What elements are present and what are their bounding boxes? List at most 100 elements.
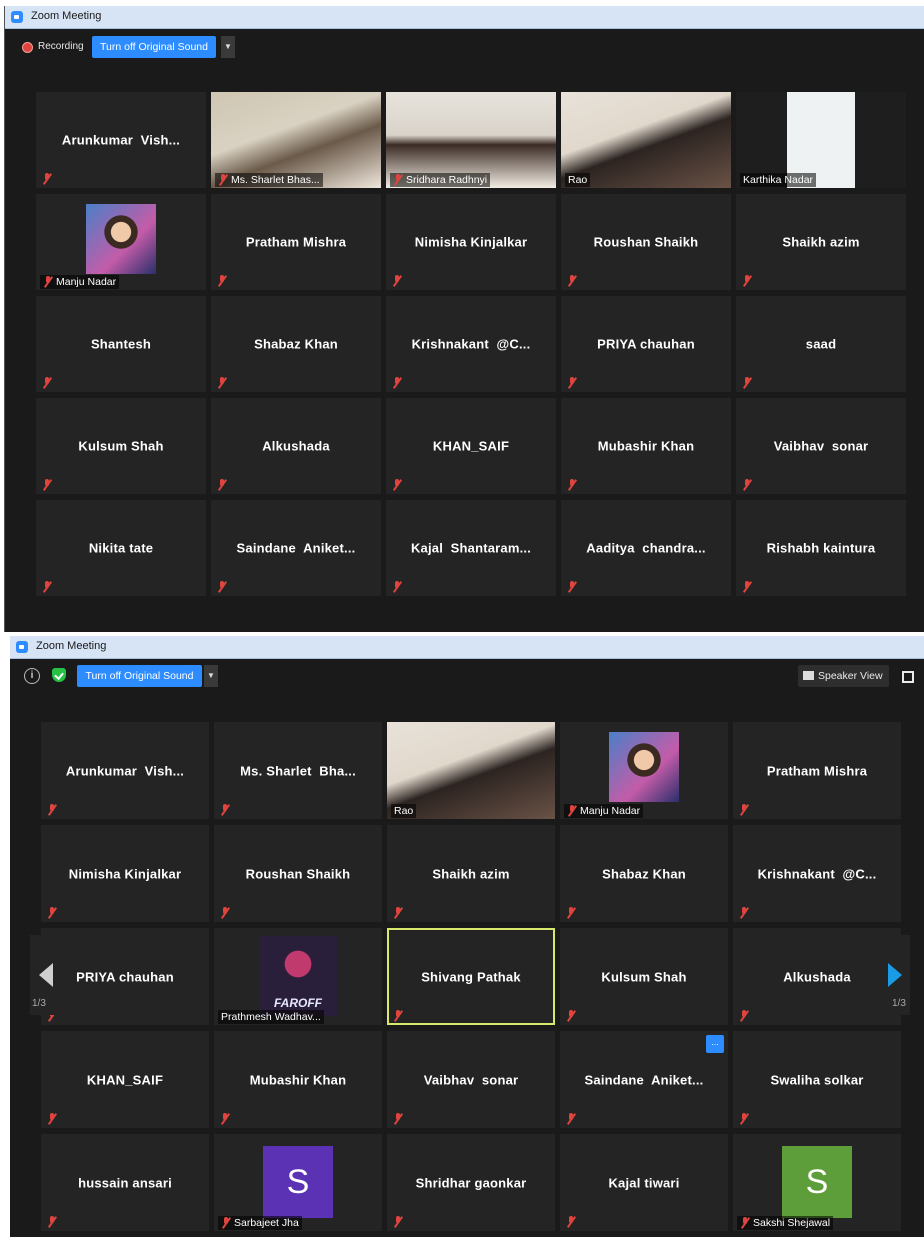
participant-tile-rao[interactable]: Rao — [561, 92, 731, 188]
muted-mic-icon — [392, 377, 402, 388]
participant-name: Swaliha solkar — [770, 1072, 864, 1087]
participant-name-label: Sarbajeet Jha — [218, 1216, 302, 1230]
participant-tile-priya-chauhan[interactable]: PRIYA chauhan — [561, 296, 731, 392]
muted-mic-icon — [42, 479, 52, 490]
zoom-icon — [16, 641, 28, 653]
participant-grid: Arunkumar Vish... Ms. Sharlet Bhas... Srid… — [36, 92, 906, 596]
info-icon[interactable]: i — [24, 668, 40, 684]
participant-tile-mubashir-khan[interactable]: Mubashir Khan — [214, 1031, 382, 1128]
participant-tile-pratham-mishra[interactable]: Pratham Mishra — [733, 722, 901, 819]
zoom-window-top: Zoom Meeting Recording Turn off Original… — [4, 6, 924, 632]
more-options-button[interactable]: ... — [706, 1035, 724, 1053]
participant-name-label: Prathmesh Wadhav... — [218, 1010, 324, 1024]
participant-tile-shivang-pathak[interactable]: Shivang Pathak — [387, 928, 555, 1025]
muted-mic-icon — [566, 1010, 576, 1021]
participant-name: PRIYA chauhan — [597, 336, 695, 352]
participant-tile-alkushada[interactable]: Alkushada — [211, 398, 381, 494]
participant-tile-rao[interactable]: Rao — [387, 722, 555, 819]
arrow-right-icon — [888, 963, 902, 987]
turn-off-original-sound-button[interactable]: Turn off Original Sound — [77, 665, 202, 687]
participant-tile-nimisha-kinjalkar[interactable]: Nimisha Kinjalkar — [41, 825, 209, 922]
turn-off-original-sound-button[interactable]: Turn off Original Sound — [92, 36, 216, 58]
participant-name: Nimisha Kinjalkar — [414, 234, 528, 250]
participant-tile-saindane-aniket[interactable]: Saindane Aniket... — [211, 500, 381, 596]
participant-grid: Arunkumar Vish... Ms. Sharlet Bha... Rao Ma… — [41, 722, 901, 1231]
participant-tile-karthika-nadar[interactable]: Karthika Nadar — [736, 92, 906, 188]
participant-tile-roushan-shaikh[interactable]: Roushan Shaikh — [561, 194, 731, 290]
participant-tile-saad[interactable]: saad — [736, 296, 906, 392]
participant-tile-nimisha-kinjalkar[interactable]: Nimisha Kinjalkar — [386, 194, 556, 290]
participant-name: KHAN_SAIF — [86, 1072, 164, 1087]
participant-name: Kulsum Shah — [78, 438, 164, 454]
window-title: Zoom Meeting — [36, 640, 107, 652]
title-bar: Zoom Meeting — [5, 6, 924, 29]
shield-icon[interactable] — [52, 668, 66, 682]
participant-tile-hussain-ansari[interactable]: hussain ansari — [41, 1134, 209, 1231]
muted-mic-icon — [42, 173, 52, 184]
muted-mic-icon — [47, 1216, 57, 1227]
participant-tile-shridhar-gaonkar[interactable]: Shridhar gaonkar — [387, 1134, 555, 1231]
participant-tile-krishnakant-c[interactable]: Krishnakant @C... — [386, 296, 556, 392]
participant-name: Kulsum Shah — [601, 969, 687, 984]
speaker-view-button[interactable]: Speaker View — [798, 665, 889, 687]
participant-tile-manju-nadar[interactable]: Manju Nadar — [560, 722, 728, 819]
participant-name-label: Ms. Sharlet Bhas... — [215, 173, 323, 187]
participant-tile-mubashir-khan[interactable]: Mubashir Khan — [561, 398, 731, 494]
participant-tile-nikita-tate[interactable]: Nikita tate — [36, 500, 206, 596]
participant-tile-kulsum-shah[interactable]: Kulsum Shah — [560, 928, 728, 1025]
muted-mic-icon — [566, 1216, 576, 1227]
meeting-toolbar: i Turn off Original Sound ▼ Speaker View — [10, 659, 924, 693]
participant-tile-shabaz-khan[interactable]: Shabaz Khan — [211, 296, 381, 392]
muted-mic-icon — [221, 1217, 231, 1228]
participant-tile-prathmesh-wadhav[interactable]: FAROFF Prathmesh Wadhav... — [214, 928, 382, 1025]
participant-tile-arunkumar-vish[interactable]: Arunkumar Vish... — [41, 722, 209, 819]
participant-tile-ms-sharlet-bhas[interactable]: Ms. Sharlet Bhas... — [211, 92, 381, 188]
muted-mic-icon — [566, 1113, 576, 1124]
muted-mic-icon — [742, 581, 752, 592]
participant-tile-aaditya-chandra[interactable]: Aaditya chandra... — [561, 500, 731, 596]
participant-tile-vaibhav-sonar[interactable]: Vaibhav sonar — [387, 1031, 555, 1128]
participant-tile-krishnakant-c[interactable]: Krishnakant @C... — [733, 825, 901, 922]
participant-tile-sridhara-radhnyi[interactable]: Sridhara Radhnyi — [386, 92, 556, 188]
participant-tile-khan-saif[interactable]: KHAN_SAIF — [41, 1031, 209, 1128]
muted-mic-icon — [43, 276, 53, 287]
participant-tile-kajal-tiwari[interactable]: Kajal tiwari — [560, 1134, 728, 1231]
participant-tile-roushan-shaikh[interactable]: Roushan Shaikh — [214, 825, 382, 922]
participant-name: Manju Nadar — [580, 805, 641, 817]
muted-mic-icon — [393, 174, 403, 185]
recording-label: Recording — [38, 41, 84, 52]
participant-tile-shabaz-khan[interactable]: Shabaz Khan — [560, 825, 728, 922]
muted-mic-icon — [567, 377, 577, 388]
participant-tile-rishabh-kaintura[interactable]: Rishabh kaintura — [736, 500, 906, 596]
participant-name: Kajal tiwari — [608, 1175, 680, 1190]
participant-name: Shaikh azim — [782, 234, 860, 250]
muted-mic-icon — [739, 1010, 749, 1021]
original-sound-dropdown[interactable]: ▼ — [221, 36, 235, 58]
participant-tile-vaibhav-sonar[interactable]: Vaibhav sonar — [736, 398, 906, 494]
participant-tile-ms-sharlet-bha[interactable]: Ms. Sharlet Bha... — [214, 722, 382, 819]
participant-name: Krishnakant @C... — [757, 866, 877, 881]
participant-tile-kulsum-shah[interactable]: Kulsum Shah — [36, 398, 206, 494]
original-sound-dropdown[interactable]: ▼ — [204, 665, 218, 687]
participant-tile-saindane-aniket[interactable]: Saindane Aniket...... — [560, 1031, 728, 1128]
participant-name-label: Sakshi Shejawal — [737, 1216, 834, 1230]
participant-tile-manju-nadar[interactable]: Manju Nadar — [36, 194, 206, 290]
participant-tile-kajal-shantaram[interactable]: Kajal Shantaram... — [386, 500, 556, 596]
participant-tile-shantesh[interactable]: Shantesh — [36, 296, 206, 392]
participant-tile-shaikh-azim[interactable]: Shaikh azim — [736, 194, 906, 290]
participant-name: Alkushada — [262, 438, 330, 454]
participant-tile-swaliha-solkar[interactable]: Swaliha solkar — [733, 1031, 901, 1128]
participant-tile-khan-saif[interactable]: KHAN_SAIF — [386, 398, 556, 494]
page-indicator-left: 1/3 — [32, 998, 46, 1009]
participant-tile-arunkumar-vish[interactable]: Arunkumar Vish... — [36, 92, 206, 188]
muted-mic-icon — [220, 804, 230, 815]
participant-tile-sakshi-shejawal[interactable]: S Sakshi Shejawal — [733, 1134, 901, 1231]
muted-mic-icon — [739, 907, 749, 918]
participant-tile-sarbajeet-jha[interactable]: S Sarbajeet Jha — [214, 1134, 382, 1231]
participant-tile-priya-chauhan[interactable]: PRIYA chauhan — [41, 928, 209, 1025]
fullscreen-icon[interactable] — [902, 671, 914, 683]
participant-name: Saindane Aniket... — [236, 540, 356, 556]
participant-name: Shabaz Khan — [602, 866, 686, 881]
participant-tile-shaikh-azim[interactable]: Shaikh azim — [387, 825, 555, 922]
participant-tile-pratham-mishra[interactable]: Pratham Mishra — [211, 194, 381, 290]
